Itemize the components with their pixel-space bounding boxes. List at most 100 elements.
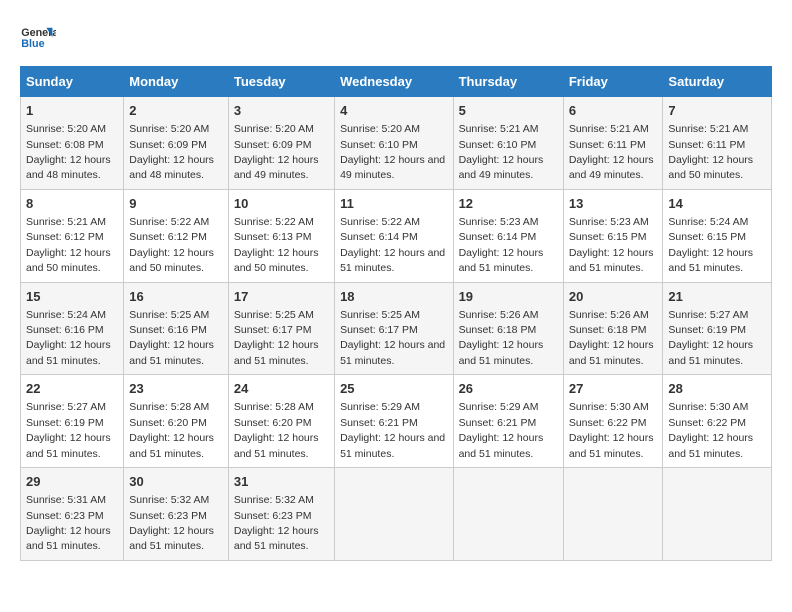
header-sunday: Sunday (21, 67, 124, 97)
day-info: Sunrise: 5:27 AMSunset: 6:19 PMDaylight:… (26, 401, 111, 459)
header-saturday: Saturday (663, 67, 772, 97)
calendar-cell: 25 Sunrise: 5:29 AMSunset: 6:21 PMDayligh… (335, 375, 453, 468)
calendar-cell: 7 Sunrise: 5:21 AMSunset: 6:11 PMDaylight… (663, 97, 772, 190)
calendar-week-row: 29Sunrise: 5:31 AMSunset: 6:23 PMDayligh… (21, 468, 772, 561)
day-info: Sunrise: 5:25 AMSunset: 6:16 PMDaylight:… (129, 309, 214, 367)
day-number: 20 (569, 288, 658, 306)
calendar-cell (663, 468, 772, 561)
calendar-header-row: SundayMondayTuesdayWednesdayThursdayFrid… (21, 67, 772, 97)
day-number: 13 (569, 195, 658, 213)
calendar-cell: 13 Sunrise: 5:23 AMSunset: 6:15 PMDayligh… (563, 189, 663, 282)
day-number: 25 (340, 380, 447, 398)
calendar-cell: 16 Sunrise: 5:25 AMSunset: 6:16 PMDayligh… (124, 282, 229, 375)
day-info: Sunrise: 5:20 AMSunset: 6:09 PMDaylight:… (129, 123, 214, 181)
day-info: Sunrise: 5:21 AMSunset: 6:12 PMDaylight:… (26, 216, 111, 274)
calendar-cell: 14 Sunrise: 5:24 AMSunset: 6:15 PMDayligh… (663, 189, 772, 282)
calendar-table: SundayMondayTuesdayWednesdayThursdayFrid… (20, 66, 772, 561)
day-number: 7 (668, 102, 766, 120)
day-number: 27 (569, 380, 658, 398)
day-info: Sunrise: 5:30 AMSunset: 6:22 PMDaylight:… (668, 401, 753, 459)
calendar-cell: 26 Sunrise: 5:29 AMSunset: 6:21 PMDayligh… (453, 375, 563, 468)
svg-text:Blue: Blue (21, 38, 44, 50)
header: General Blue (20, 20, 772, 56)
day-number: 29 (26, 473, 118, 491)
calendar-cell: 30 Sunrise: 5:32 AMSunset: 6:23 PMDayligh… (124, 468, 229, 561)
day-info: Sunrise: 5:25 AMSunset: 6:17 PMDaylight:… (234, 309, 319, 367)
header-wednesday: Wednesday (335, 67, 453, 97)
calendar-cell: 24 Sunrise: 5:28 AMSunset: 6:20 PMDayligh… (228, 375, 334, 468)
header-monday: Monday (124, 67, 229, 97)
day-info: Sunrise: 5:20 AMSunset: 6:10 PMDaylight:… (340, 123, 445, 181)
day-number: 3 (234, 102, 329, 120)
day-info: Sunrise: 5:29 AMSunset: 6:21 PMDaylight:… (340, 401, 445, 459)
day-info: Sunrise: 5:28 AMSunset: 6:20 PMDaylight:… (129, 401, 214, 459)
calendar-cell: 9 Sunrise: 5:22 AMSunset: 6:12 PMDaylight… (124, 189, 229, 282)
day-number: 19 (459, 288, 558, 306)
day-info: Sunrise: 5:29 AMSunset: 6:21 PMDaylight:… (459, 401, 544, 459)
calendar-cell (453, 468, 563, 561)
calendar-cell: 20 Sunrise: 5:26 AMSunset: 6:18 PMDayligh… (563, 282, 663, 375)
calendar-cell: 3 Sunrise: 5:20 AMSunset: 6:09 PMDaylight… (228, 97, 334, 190)
calendar-cell: 4 Sunrise: 5:20 AMSunset: 6:10 PMDaylight… (335, 97, 453, 190)
calendar-cell: 22 Sunrise: 5:27 AMSunset: 6:19 PMDayligh… (21, 375, 124, 468)
day-info: Sunrise: 5:24 AMSunset: 6:15 PMDaylight:… (668, 216, 753, 274)
calendar-cell: 6Sunrise: 5:21 AMSunset: 6:11 PMDaylight… (563, 97, 663, 190)
day-number: 16 (129, 288, 223, 306)
day-info: Sunrise: 5:21 AMSunset: 6:11 PMDaylight:… (569, 123, 654, 181)
calendar-week-row: 8Sunrise: 5:21 AMSunset: 6:12 PMDaylight… (21, 189, 772, 282)
day-number: 22 (26, 380, 118, 398)
day-info: Sunrise: 5:21 AMSunset: 6:10 PMDaylight:… (459, 123, 544, 181)
calendar-cell: 28Sunrise: 5:30 AMSunset: 6:22 PMDayligh… (663, 375, 772, 468)
day-number: 15 (26, 288, 118, 306)
page-container: General Blue SundayMondayTuesdayWednesda… (20, 20, 772, 561)
day-number: 9 (129, 195, 223, 213)
day-info: Sunrise: 5:32 AMSunset: 6:23 PMDaylight:… (234, 494, 319, 552)
calendar-cell: 10 Sunrise: 5:22 AMSunset: 6:13 PMDayligh… (228, 189, 334, 282)
logo-svg: General Blue (20, 20, 56, 56)
calendar-cell: 23 Sunrise: 5:28 AMSunset: 6:20 PMDayligh… (124, 375, 229, 468)
day-info: Sunrise: 5:20 AMSunset: 6:08 PMDaylight:… (26, 123, 111, 181)
calendar-cell: 17 Sunrise: 5:25 AMSunset: 6:17 PMDayligh… (228, 282, 334, 375)
day-number: 10 (234, 195, 329, 213)
day-info: Sunrise: 5:24 AMSunset: 6:16 PMDaylight:… (26, 309, 111, 367)
day-number: 11 (340, 195, 447, 213)
day-info: Sunrise: 5:32 AMSunset: 6:23 PMDaylight:… (129, 494, 214, 552)
day-number: 24 (234, 380, 329, 398)
day-number: 18 (340, 288, 447, 306)
day-number: 21 (668, 288, 766, 306)
day-number: 23 (129, 380, 223, 398)
day-info: Sunrise: 5:23 AMSunset: 6:15 PMDaylight:… (569, 216, 654, 274)
day-info: Sunrise: 5:22 AMSunset: 6:14 PMDaylight:… (340, 216, 445, 274)
day-number: 4 (340, 102, 447, 120)
calendar-cell: 8Sunrise: 5:21 AMSunset: 6:12 PMDaylight… (21, 189, 124, 282)
calendar-cell: 21Sunrise: 5:27 AMSunset: 6:19 PMDayligh… (663, 282, 772, 375)
day-number: 14 (668, 195, 766, 213)
day-info: Sunrise: 5:22 AMSunset: 6:13 PMDaylight:… (234, 216, 319, 274)
day-number: 17 (234, 288, 329, 306)
calendar-cell: 15 Sunrise: 5:24 AMSunset: 6:16 PMDayligh… (21, 282, 124, 375)
day-number: 26 (459, 380, 558, 398)
day-info: Sunrise: 5:28 AMSunset: 6:20 PMDaylight:… (234, 401, 319, 459)
calendar-week-row: 1 Sunrise: 5:20 AMSunset: 6:08 PMDaylight… (21, 97, 772, 190)
calendar-cell: 11 Sunrise: 5:22 AMSunset: 6:14 PMDayligh… (335, 189, 453, 282)
header-tuesday: Tuesday (228, 67, 334, 97)
calendar-week-row: 22 Sunrise: 5:27 AMSunset: 6:19 PMDayligh… (21, 375, 772, 468)
logo: General Blue (20, 20, 56, 56)
header-thursday: Thursday (453, 67, 563, 97)
calendar-cell: 19 Sunrise: 5:26 AMSunset: 6:18 PMDayligh… (453, 282, 563, 375)
calendar-week-row: 15 Sunrise: 5:24 AMSunset: 6:16 PMDayligh… (21, 282, 772, 375)
day-info: Sunrise: 5:26 AMSunset: 6:18 PMDaylight:… (569, 309, 654, 367)
calendar-cell (563, 468, 663, 561)
day-number: 1 (26, 102, 118, 120)
day-info: Sunrise: 5:22 AMSunset: 6:12 PMDaylight:… (129, 216, 214, 274)
day-info: Sunrise: 5:20 AMSunset: 6:09 PMDaylight:… (234, 123, 319, 181)
calendar-cell (335, 468, 453, 561)
day-number: 5 (459, 102, 558, 120)
day-info: Sunrise: 5:21 AMSunset: 6:11 PMDaylight:… (668, 123, 753, 181)
calendar-cell: 1 Sunrise: 5:20 AMSunset: 6:08 PMDaylight… (21, 97, 124, 190)
day-number: 30 (129, 473, 223, 491)
calendar-cell: 5 Sunrise: 5:21 AMSunset: 6:10 PMDaylight… (453, 97, 563, 190)
day-number: 2 (129, 102, 223, 120)
day-info: Sunrise: 5:26 AMSunset: 6:18 PMDaylight:… (459, 309, 544, 367)
calendar-cell: 12Sunrise: 5:23 AMSunset: 6:14 PMDayligh… (453, 189, 563, 282)
